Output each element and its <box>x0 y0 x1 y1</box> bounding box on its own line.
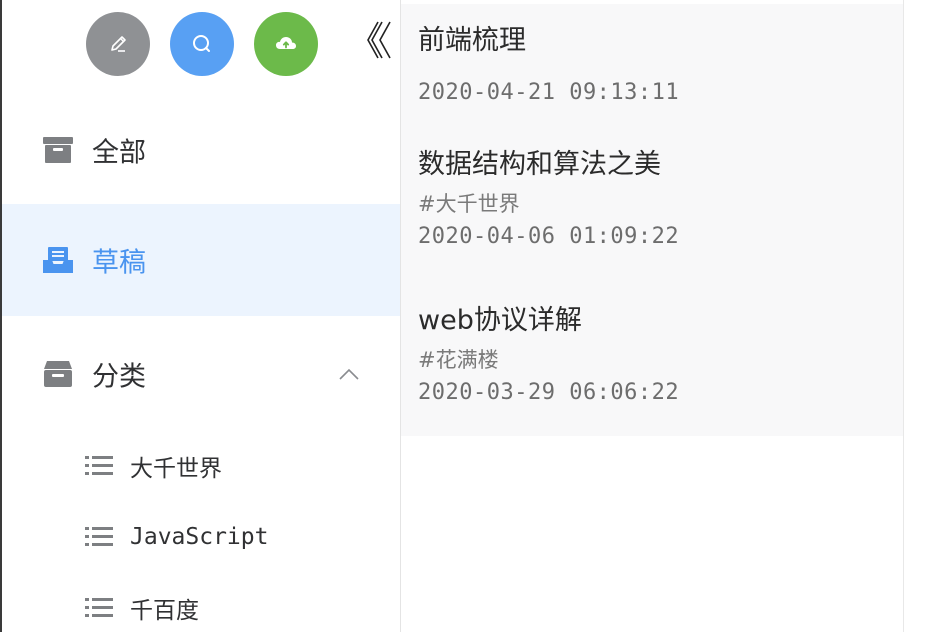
list-icon <box>85 527 113 546</box>
chevron-up-icon[interactable] <box>338 367 360 381</box>
category-item-qianbaidu[interactable]: 千百度 <box>2 578 400 632</box>
category-item-daqianshijie[interactable]: 大千世界 <box>2 436 400 496</box>
post-item[interactable]: 数据结构和算法之美 #大千世界 2020-04-06 01:09:22 <box>418 148 898 252</box>
category-label: 千百度 <box>130 598 199 624</box>
post-tag: #大千世界 <box>418 192 520 216</box>
collapse-sidebar-button[interactable] <box>362 16 396 64</box>
post-list: 前端梳理 2020-04-21 09:13:11 数据结构和算法之美 #大千世界… <box>401 4 903 436</box>
post-list-panel: 前端梳理 2020-04-21 09:13:11 数据结构和算法之美 #大千世界… <box>401 0 903 632</box>
search-icon <box>193 35 210 52</box>
editor-area[interactable] <box>904 0 926 632</box>
upload-button[interactable] <box>254 12 318 76</box>
post-date: 2020-03-29 06:06:22 <box>418 380 680 405</box>
post-item[interactable]: 前端梳理 2020-04-21 09:13:11 <box>418 24 898 108</box>
pencil-icon <box>111 36 126 52</box>
post-date: 2020-04-06 01:09:22 <box>418 224 680 249</box>
app-window: 全部 草稿 分类 大千世界 JavaScript 千百度 前端梳理 2020-0… <box>0 0 926 632</box>
post-title: web协议详解 <box>418 305 582 336</box>
sidebar-item-drafts[interactable]: 草稿 <box>2 204 400 316</box>
sidebar-item-label: 全部 <box>92 137 146 169</box>
category-label: JavaScript <box>130 524 269 550</box>
search-button[interactable] <box>170 12 234 76</box>
drawer-icon <box>42 358 74 390</box>
sidebar-item-label: 草稿 <box>92 247 146 279</box>
sidebar-item-label: 分类 <box>92 361 146 393</box>
double-chevron-left-icon <box>367 21 391 59</box>
post-title: 数据结构和算法之美 <box>418 149 661 180</box>
category-item-javascript[interactable]: JavaScript <box>2 507 400 567</box>
post-date: 2020-04-21 09:13:11 <box>418 80 680 105</box>
cloud-upload-icon <box>276 37 296 49</box>
post-item[interactable]: web协议详解 #花满楼 2020-03-29 06:06:22 <box>418 304 898 408</box>
archive-icon <box>42 134 74 166</box>
list-icon <box>85 598 113 617</box>
list-icon <box>85 456 113 475</box>
inbox-icon <box>42 244 74 276</box>
post-title: 前端梳理 <box>418 25 526 56</box>
category-label: 大千世界 <box>130 456 222 482</box>
sidebar-item-all[interactable]: 全部 <box>2 94 400 206</box>
sidebar: 全部 草稿 分类 大千世界 JavaScript 千百度 <box>2 0 401 632</box>
post-tag: #花满楼 <box>418 348 499 372</box>
sidebar-item-categories[interactable]: 分类 <box>2 318 400 430</box>
new-post-button[interactable] <box>86 12 150 76</box>
